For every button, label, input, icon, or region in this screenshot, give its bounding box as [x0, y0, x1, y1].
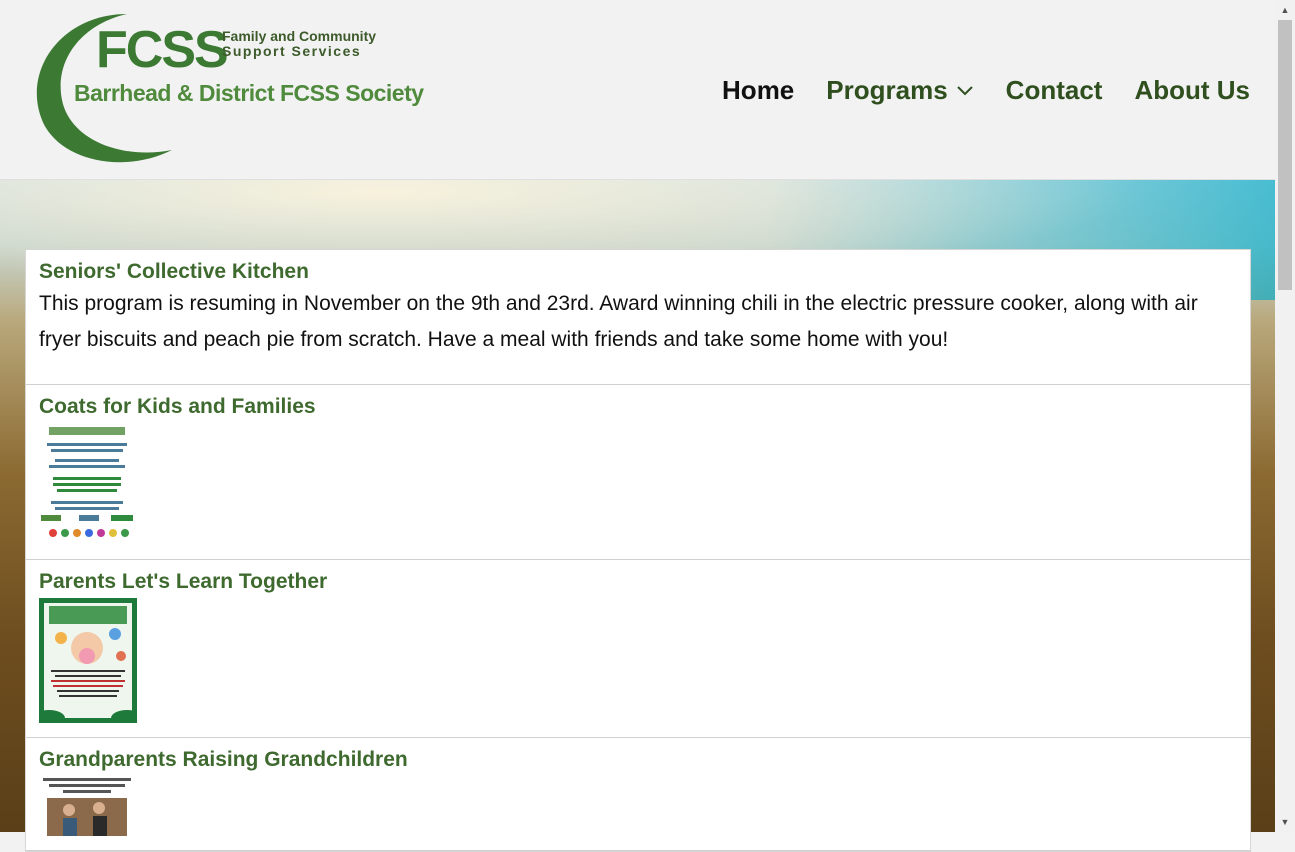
- programs-list: Seniors' Collective Kitchen This program…: [25, 249, 1251, 852]
- nav-contact[interactable]: Contact: [1006, 75, 1103, 106]
- site-header: FCSS Family and Community Support Servic…: [0, 0, 1275, 180]
- program-item: Parents Let's Learn Together: [26, 560, 1250, 738]
- nav-programs[interactable]: Programs: [826, 75, 973, 106]
- chevron-down-icon: [956, 86, 973, 96]
- nav-contact-label: Contact: [1005, 74, 1103, 105]
- scrollbar-thumb[interactable]: [1278, 20, 1292, 290]
- grandparents-thumbnail[interactable]: [39, 776, 135, 836]
- program-title[interactable]: Parents Let's Learn Together: [39, 568, 1237, 596]
- logo-subtitle-line2: Support Services: [222, 43, 362, 59]
- logo-fcss-text: FCSS: [96, 21, 229, 79]
- nav-home[interactable]: Home: [722, 75, 794, 106]
- nav-about-us-label: About Us: [1134, 74, 1250, 105]
- logo-subtitle-line1: Family and Community: [222, 28, 377, 44]
- nav-programs-label: Programs: [826, 74, 948, 105]
- program-item: Seniors' Collective Kitchen This program…: [26, 250, 1250, 385]
- program-description: This program is resuming in November on …: [39, 292, 1198, 351]
- program-title[interactable]: Seniors' Collective Kitchen: [39, 258, 1237, 286]
- nav-about-us[interactable]: About Us: [1134, 75, 1250, 106]
- coats-for-kids-thumbnail[interactable]: [39, 423, 135, 545]
- scroll-up-arrow-icon[interactable]: ▲: [1275, 2, 1295, 18]
- fcss-logo[interactable]: FCSS Family and Community Support Servic…: [22, 10, 442, 170]
- vertical-scrollbar[interactable]: ▲ ▼: [1275, 0, 1295, 832]
- main-nav: Home Programs Contact About Us: [690, 70, 1250, 110]
- program-item: Grandparents Raising Grandchildren: [26, 738, 1250, 851]
- parents-learn-together-thumbnail[interactable]: [39, 598, 137, 723]
- program-item: Coats for Kids and Families: [26, 385, 1250, 560]
- program-title[interactable]: Coats for Kids and Families: [39, 393, 1237, 421]
- nav-home-label: Home: [722, 74, 795, 105]
- logo-society-name: Barrhead & District FCSS Society: [74, 80, 424, 106]
- program-title[interactable]: Grandparents Raising Grandchildren: [39, 746, 1237, 774]
- scroll-down-arrow-icon[interactable]: ▼: [1275, 814, 1295, 830]
